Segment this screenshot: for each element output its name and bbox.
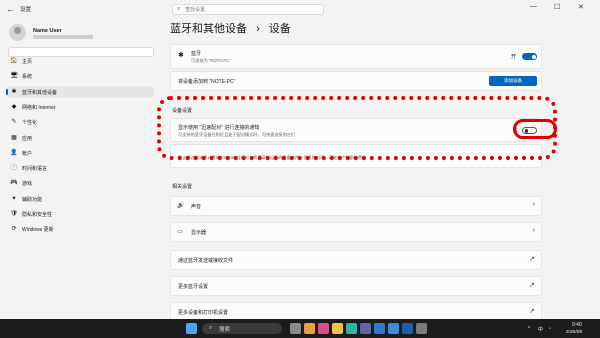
related-row-0[interactable]: 🔊 声音 ›: [170, 196, 542, 216]
sidebar-item-label: 应用: [22, 135, 33, 142]
sidebar-item-label: 蓝牙和其他设备: [22, 89, 58, 96]
bluetooth-icon: ✱: [178, 52, 184, 59]
sidebar-item-icon: 👤: [10, 149, 18, 156]
sidebar-item-2[interactable]: ✱ 蓝牙和其他设备: [6, 85, 154, 98]
user-name: Name User: [33, 28, 62, 34]
clock-time[interactable]: 9:40: [572, 322, 582, 328]
photos-icon[interactable]: [388, 323, 399, 334]
related-row-2[interactable]: 通过蓝牙发送或接收文件 ↗: [170, 250, 542, 270]
taskbar-search-icon: ⌕: [209, 325, 213, 331]
sidebar-item-icon: 🕒: [10, 165, 18, 172]
sidebar-item-3[interactable]: ◆ 网络和 Internet: [6, 101, 154, 113]
search-icon: ⌕: [177, 6, 181, 12]
chevron-right-icon: ›: [532, 227, 535, 234]
widgets-icon[interactable]: [318, 323, 329, 334]
add-device-button[interactable]: 添加设备: [489, 76, 537, 86]
breadcrumb-separator: ›: [256, 23, 260, 35]
clock-date[interactable]: 2025/8/6: [566, 329, 582, 334]
sidebar-item-icon: ✦: [11, 195, 17, 202]
sidebar-item-6[interactable]: 👤 帐户: [6, 147, 154, 159]
sidebar-item-label: 主页: [22, 59, 33, 65]
sidebar-item-icon: 🛡: [10, 211, 18, 217]
related-row-label: 更多蓝牙设置: [178, 284, 209, 290]
sidebar-item-5[interactable]: ▦ 应用: [6, 132, 154, 144]
copilot-icon[interactable]: [304, 323, 315, 334]
bluetooth-state-label: 开: [511, 54, 517, 60]
sidebar-item-icon: ⟳: [11, 226, 17, 233]
sidebar-item-4[interactable]: ✎ 个性化: [6, 116, 154, 128]
related-settings-header: 相关设置: [172, 184, 193, 190]
sidebar-item-icon: ✎: [11, 119, 17, 126]
windows-start-icon[interactable]: [186, 323, 197, 334]
ime-indicator[interactable]: 中: [538, 326, 543, 333]
sidebar-item-7[interactable]: 🕒 时间和语言: [6, 162, 154, 174]
sidebar-item-1[interactable]: 🖥 系统: [6, 70, 154, 82]
add-device-card: 将设备添加到 "NOTE-PC" 添加设备: [170, 71, 542, 91]
speaker-icon: 🔊: [177, 203, 185, 209]
related-row-1[interactable]: ▭ 显示器 ›: [170, 222, 542, 242]
bluetooth-subtitle: 可发现为 "NOTE-PC": [191, 58, 231, 63]
sidebar-item-9[interactable]: ✦ 辅助功能: [6, 193, 154, 205]
taskbar-search[interactable]: ⌕ 搜索: [202, 323, 282, 334]
settings-app-icon[interactable]: [416, 323, 427, 334]
tray-chevron-icon[interactable]: ^: [528, 326, 530, 332]
related-row-label: 显示器: [191, 230, 207, 236]
bluetooth-title: 蓝牙: [191, 51, 202, 57]
related-row-label: 通过蓝牙发送或接收文件: [178, 258, 234, 264]
sidebar-item-label: 游戏: [22, 181, 33, 188]
related-row-label: 声音: [191, 204, 202, 210]
task-view-icon[interactable]: [290, 323, 301, 334]
chevron-right-icon: ›: [532, 201, 535, 208]
sidebar-item-icon: 🖥: [10, 73, 18, 80]
sidebar-item-label: Windows 更新: [22, 227, 54, 234]
sidebar-item-label: 系统: [22, 74, 33, 81]
search-box[interactable]: ⌕: [172, 4, 324, 15]
search-input[interactable]: [185, 6, 315, 14]
user-email-redacted: [33, 35, 93, 39]
monitor-icon: ▭: [177, 229, 183, 235]
sidebar-item-10[interactable]: 🛡 隐私和安全性: [6, 208, 154, 220]
sidebar-item-11[interactable]: ⟳ Windows 更新: [6, 223, 154, 235]
maximize-icon[interactable]: ☐: [554, 3, 560, 11]
file-explorer-icon[interactable]: [332, 323, 343, 334]
title-bar: ← 设置 ⌕ — ☐ ✕: [0, 0, 600, 18]
bluetooth-card: ✱ 蓝牙 可发现为 "NOTE-PC" 开: [170, 44, 542, 69]
external-link-icon: ↗: [529, 256, 535, 263]
store-icon[interactable]: [374, 323, 385, 334]
sidebar-item-8[interactable]: 🎮 游戏: [6, 177, 154, 189]
sidebar-item-0[interactable]: 🏠 主页: [6, 55, 154, 67]
minimize-icon[interactable]: —: [530, 3, 537, 10]
sidebar-item-icon: 🎮: [10, 180, 18, 187]
close-icon[interactable]: ✕: [578, 3, 584, 11]
network-icon[interactable]: ◔: [548, 326, 551, 332]
sidebar-item-icon: ▦: [11, 134, 17, 141]
sidebar-item-label: 帐户: [22, 150, 33, 157]
security-icon[interactable]: [402, 323, 413, 334]
page-title: 蓝牙和其他设备 › 设备: [170, 20, 291, 36]
sidebar-item-icon: ✱: [11, 88, 17, 95]
sidebar-item-icon: 🏠: [10, 58, 18, 64]
add-device-label: 将设备添加到 "NOTE-PC": [178, 79, 236, 85]
teams-icon[interactable]: [360, 323, 371, 334]
sidebar-item-icon: ◆: [11, 103, 17, 110]
related-row-label: 更多设备和打印机设置: [178, 310, 229, 316]
breadcrumb-current: 设备: [268, 23, 291, 35]
related-row-3[interactable]: 更多蓝牙设置 ↗: [170, 276, 542, 296]
highlight-dotted-box: [157, 96, 557, 160]
taskbar-search-placeholder: 搜索: [219, 327, 231, 333]
bluetooth-toggle[interactable]: [522, 53, 537, 60]
sidebar-item-label: 时间和语言: [22, 166, 48, 173]
avatar[interactable]: [9, 24, 26, 41]
sidebar-item-label: 辅助功能: [22, 196, 43, 203]
external-link-icon: ↗: [529, 308, 535, 315]
breadcrumb-parent[interactable]: 蓝牙和其他设备: [170, 23, 247, 35]
edge-icon[interactable]: [346, 323, 357, 334]
sidebar-item-label: 网络和 Internet: [22, 104, 56, 111]
window-title: 设置: [20, 7, 32, 13]
sidebar-item-label: 个性化: [22, 120, 38, 127]
back-arrow-icon[interactable]: ←: [6, 4, 15, 14]
sidebar-item-label: 隐私和安全性: [22, 212, 53, 218]
highlight-toggle-circle: [513, 119, 557, 139]
external-link-icon: ↗: [529, 282, 535, 289]
